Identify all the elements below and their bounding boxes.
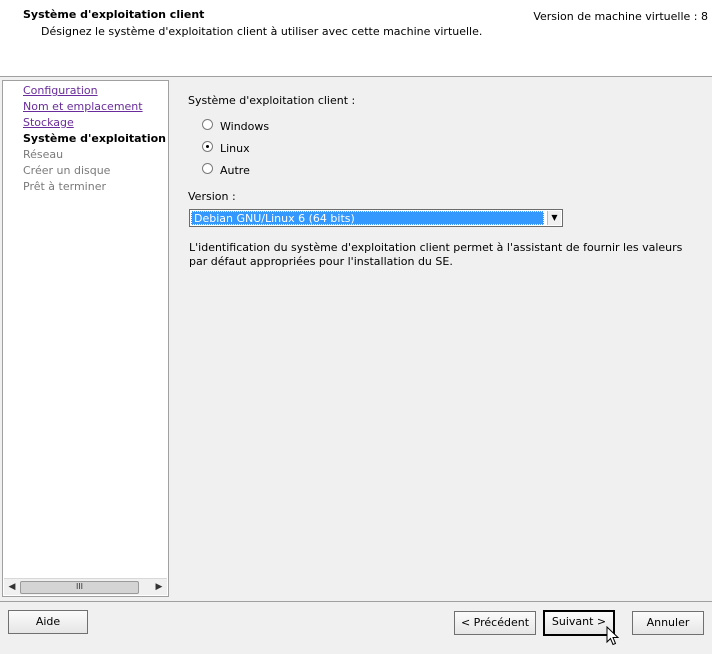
- guest-os-label: Système d'exploitation client :: [188, 94, 356, 107]
- nav-step-create-disk: Créer un disque: [23, 164, 111, 177]
- scroll-right-arrow-icon[interactable]: ▶: [153, 581, 165, 593]
- version-dropdown-value[interactable]: Debian GNU/Linux 6 (64 bits): [191, 211, 544, 225]
- version-dropdown[interactable]: Debian GNU/Linux 6 (64 bits) ▼: [189, 209, 563, 227]
- horizontal-scrollbar[interactable]: ◀ III ▶: [4, 578, 167, 595]
- back-button[interactable]: < Précédent: [454, 611, 536, 635]
- description-text: L'identification du système d'exploitati…: [189, 241, 683, 268]
- chevron-down-icon[interactable]: ▼: [547, 211, 561, 225]
- page-subtitle: Désignez le système d'exploitation clien…: [41, 25, 483, 38]
- scroll-thumb[interactable]: III: [20, 581, 139, 594]
- mouse-cursor-icon: [606, 626, 620, 646]
- main-content: Système d'exploitation client : Windows …: [172, 80, 712, 597]
- wizard-header: Système d'exploitation client Désignez l…: [0, 0, 712, 77]
- nav-step-network: Réseau: [23, 148, 64, 161]
- nav-step-configuration[interactable]: Configuration: [23, 84, 98, 97]
- nav-step-name-location[interactable]: Nom et emplacement: [23, 100, 143, 113]
- page-title: Système d'exploitation client: [23, 8, 205, 21]
- scroll-left-arrow-icon[interactable]: ◀: [6, 581, 18, 593]
- nav-step-storage[interactable]: Stockage: [23, 116, 74, 129]
- radio-linux-label[interactable]: Linux: [220, 142, 250, 155]
- version-label: Version :: [188, 190, 236, 203]
- radio-windows-label[interactable]: Windows: [220, 120, 269, 133]
- nav-step-ready: Prêt à terminer: [23, 180, 106, 193]
- next-button[interactable]: Suivant >: [543, 610, 615, 636]
- radio-linux-circle-icon[interactable]: [202, 141, 213, 152]
- radio-windows-circle-icon[interactable]: [202, 119, 213, 130]
- wizard-steps-panel: Configuration Nom et emplacement Stockag…: [2, 80, 169, 597]
- radio-other-label[interactable]: Autre: [220, 164, 250, 177]
- help-button[interactable]: Aide: [8, 610, 88, 634]
- cancel-button[interactable]: Annuler: [632, 611, 704, 635]
- radio-other-circle-icon[interactable]: [202, 163, 213, 174]
- nav-step-guest-os: Système d'exploitation cli: [23, 132, 169, 145]
- vm-version-label: Version de machine virtuelle : 8: [533, 10, 708, 23]
